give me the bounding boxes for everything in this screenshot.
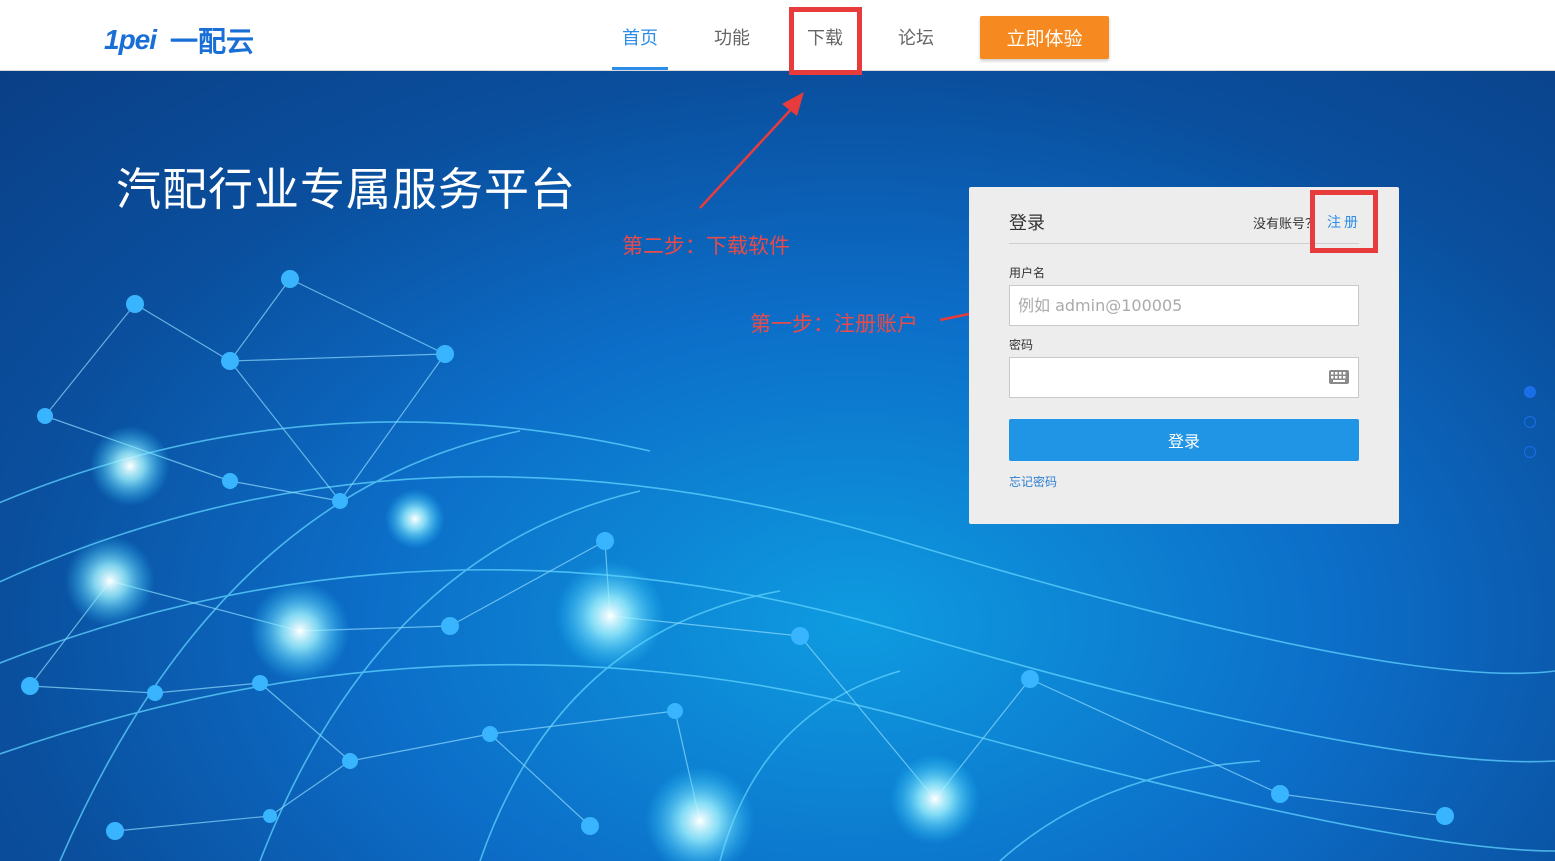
arrow-step-two-head <box>782 92 804 116</box>
password-label: 密码 <box>1009 338 1034 352</box>
forgot-password-link[interactable]: 忘记密码 <box>1009 473 1057 490</box>
login-submit-button[interactable]: 登录 <box>1009 419 1359 461</box>
keyboard-icon[interactable] <box>1328 368 1350 386</box>
username-input[interactable] <box>1009 285 1359 326</box>
password-input[interactable] <box>1009 357 1359 398</box>
highlight-register-box <box>1310 190 1378 253</box>
no-account-text: 没有账号？ <box>1253 217 1319 232</box>
username-label: 用户名 <box>1009 266 1046 280</box>
slide-dot-2[interactable] <box>1524 416 1536 428</box>
slide-dot-1[interactable] <box>1524 386 1536 398</box>
login-divider <box>1009 243 1359 244</box>
login-title: 登录 <box>1009 213 1045 234</box>
annotation-step-one: 第一步：注册账户 <box>750 312 918 336</box>
highlight-download-box <box>789 7 862 75</box>
annotation-step-two: 第二步：下载软件 <box>622 234 790 258</box>
slide-dot-3[interactable] <box>1524 446 1536 458</box>
arrow-step-two-line <box>699 103 797 209</box>
